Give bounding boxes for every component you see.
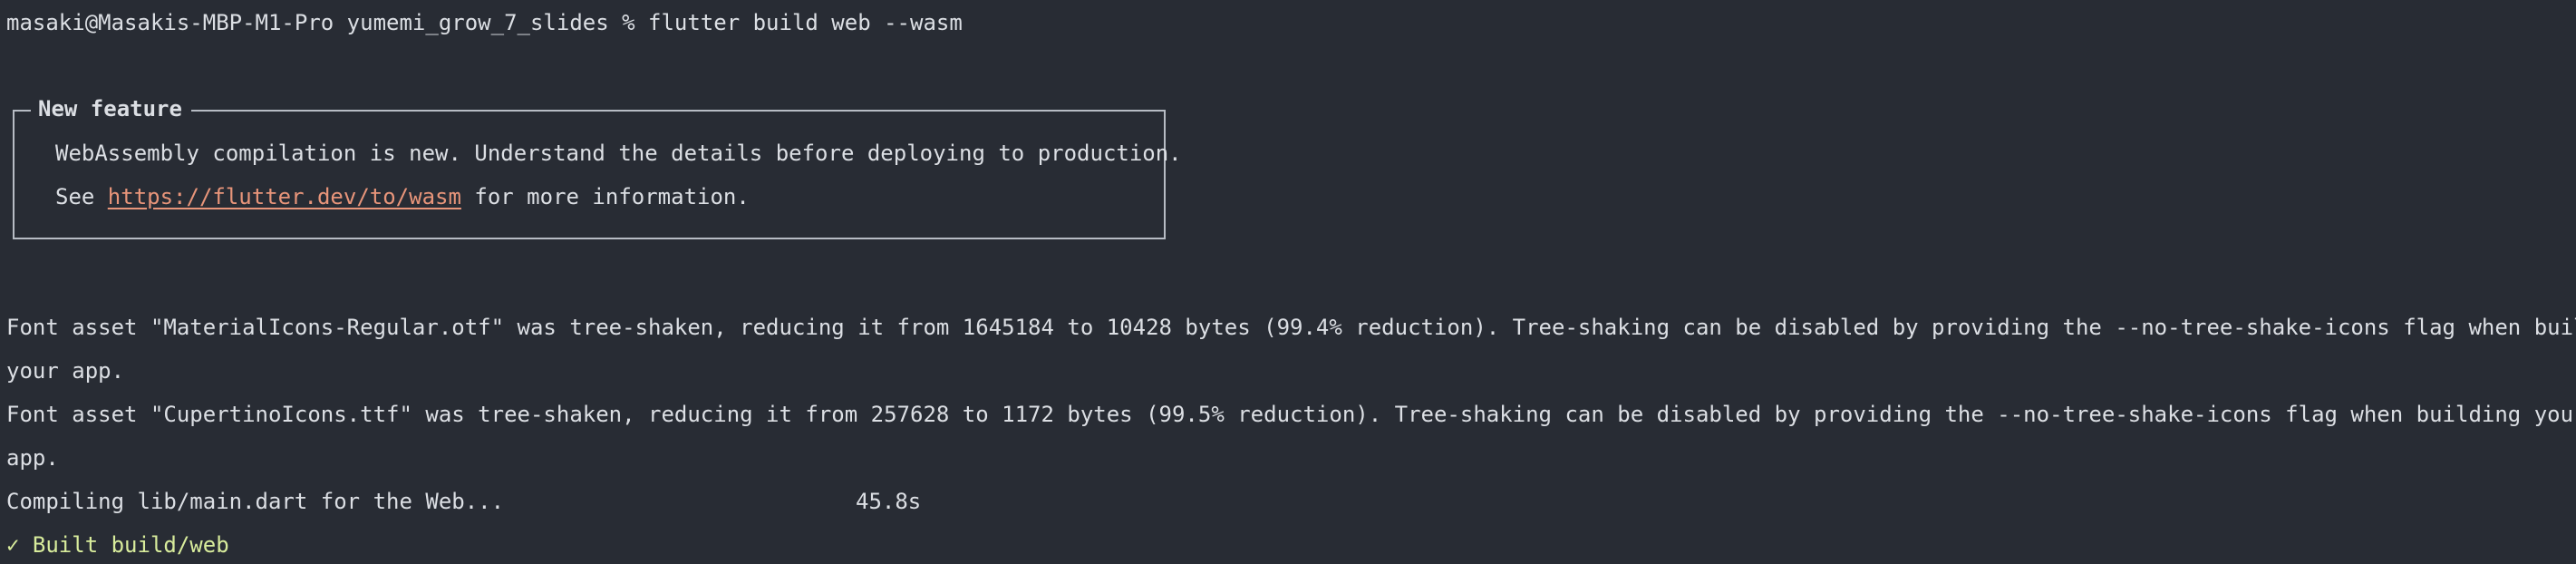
wasm-notice-line: WebAssembly compilation is new. Understa…	[55, 141, 1182, 166]
wasm-docs-link[interactable]: https://flutter.dev/to/wasm	[108, 184, 461, 209]
material-icons-output-wrap: your app.	[6, 358, 125, 384]
command-prompt-line: masaki@Masakis-MBP-M1-Pro yumemi_grow_7_…	[6, 10, 963, 35]
new-feature-title: New feature	[31, 95, 191, 122]
compiling-line: Compiling lib/main.dart for the Web...	[6, 489, 505, 514]
cupertino-icons-output-line: Font asset "CupertinoIcons.ttf" was tree…	[6, 402, 2576, 427]
new-feature-box	[13, 110, 1166, 239]
cupertino-icons-output-wrap: app.	[6, 445, 59, 471]
build-success-line: ✓ Built build/web	[6, 531, 229, 559]
see-text: See	[55, 184, 108, 209]
wasm-info-line: See https://flutter.dev/to/wasm for more…	[55, 183, 750, 210]
compile-time: 45.8s	[856, 489, 922, 514]
build-success-text: Built build/web	[32, 532, 229, 558]
more-info-text: for more information.	[460, 184, 750, 209]
material-icons-output-line: Font asset "MaterialIcons-Regular.otf" w…	[6, 315, 2576, 340]
checkmark-icon: ✓	[6, 532, 20, 558]
